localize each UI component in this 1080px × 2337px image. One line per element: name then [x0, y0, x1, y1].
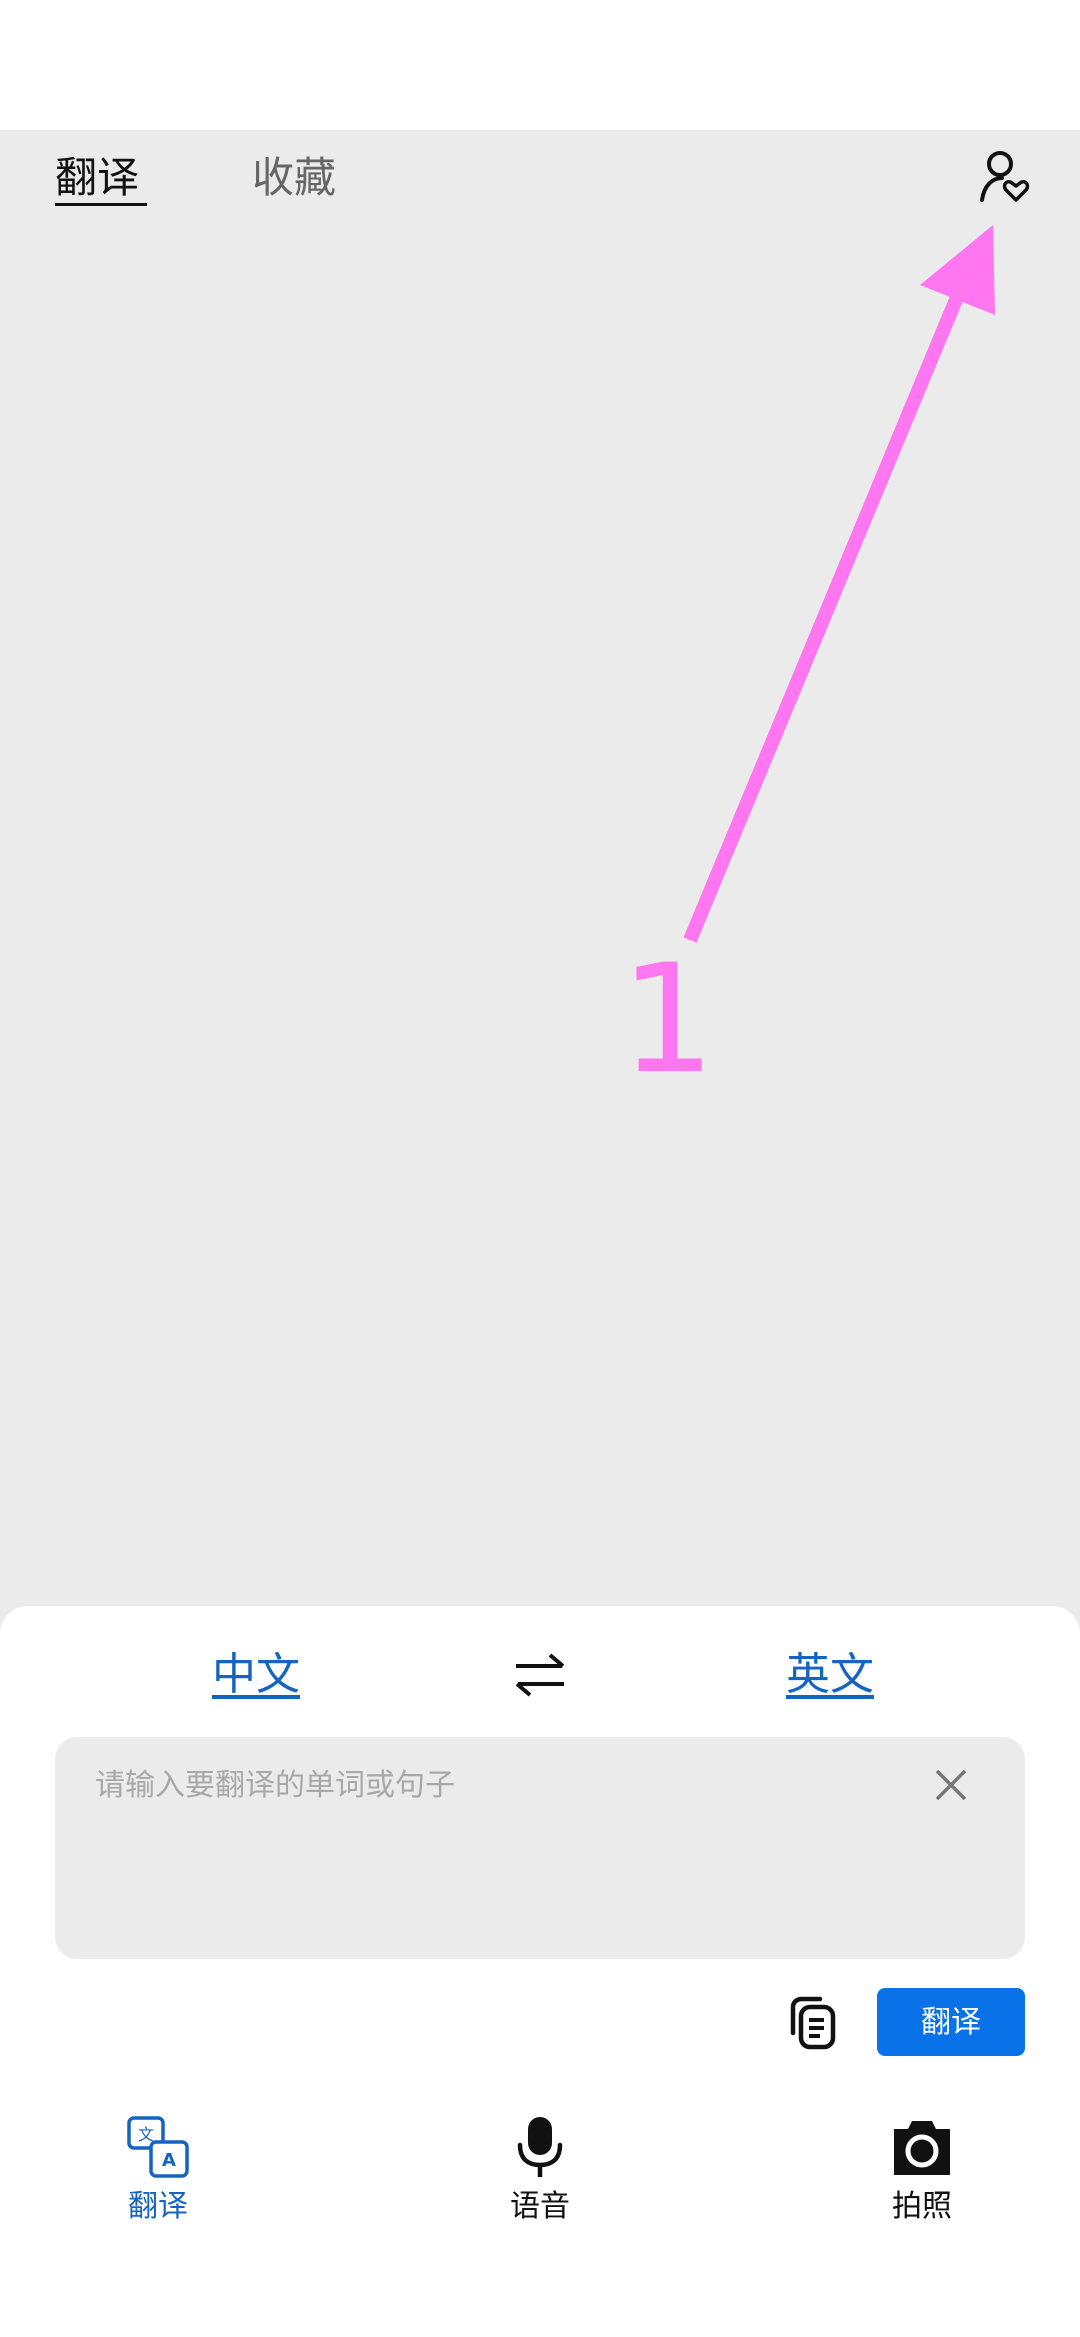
close-icon[interactable]	[933, 1767, 969, 1803]
nav-label-translate: 翻译	[128, 2189, 188, 2224]
translate-icon: 文 A	[127, 2116, 189, 2178]
nav-item-voice[interactable]: 语音	[460, 2115, 620, 2235]
status-bar	[0, 0, 1080, 130]
source-language-button[interactable]: 中文	[212, 1645, 300, 1705]
camera-icon	[894, 2121, 950, 2175]
text-input[interactable]	[95, 1765, 915, 1805]
clipboard-icon[interactable]	[788, 1995, 838, 2051]
nav-label-voice: 语音	[510, 2189, 570, 2224]
svg-text:文: 文	[138, 2125, 154, 2144]
tab-favorites[interactable]: 收藏	[252, 148, 336, 208]
input-box[interactable]	[55, 1737, 1025, 1959]
person-heart-icon[interactable]	[978, 150, 1030, 206]
nav-label-photo: 拍照	[892, 2189, 952, 2224]
target-language-button[interactable]: 英文	[786, 1645, 874, 1705]
nav-item-translate[interactable]: 文 A 翻译	[78, 2115, 238, 2235]
svg-text:A: A	[162, 2150, 176, 2171]
translate-button[interactable]: 翻译	[877, 1988, 1025, 2056]
microphone-icon	[517, 2117, 563, 2177]
nav-item-photo[interactable]: 拍照	[842, 2115, 1002, 2235]
tab-translate[interactable]: 翻译	[55, 148, 139, 208]
swap-arrows-icon[interactable]	[510, 1650, 570, 1700]
active-tab-underline	[55, 203, 147, 206]
annotation-number: 1	[620, 933, 716, 1107]
translation-result-area	[0, 130, 1080, 1630]
